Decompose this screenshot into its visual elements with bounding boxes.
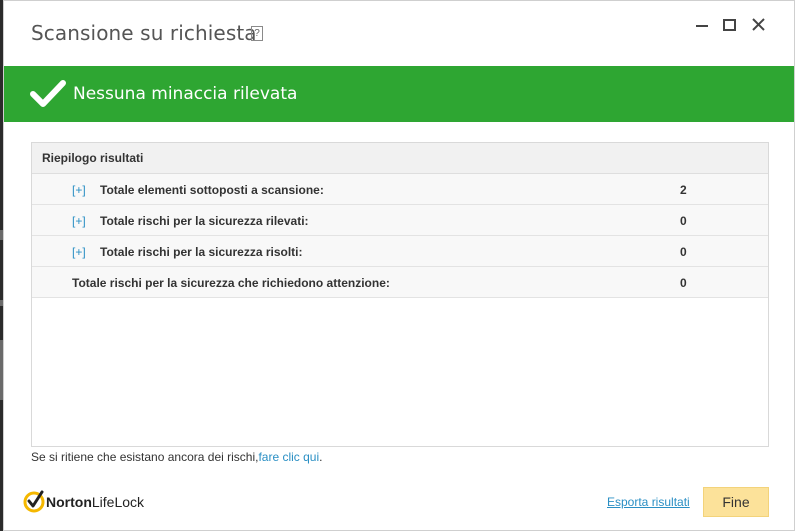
results-summary-header: Riepilogo risultati [32,143,768,174]
help-button[interactable]: ? [251,26,263,41]
norton-check-icon [23,490,45,513]
export-results-link[interactable]: Esporta risultati [607,495,690,509]
minimize-icon [696,25,708,27]
brand-name-bold: Norton [46,494,92,510]
summary-row: Totale rischi per la sicurezza che richi… [32,267,768,298]
brand-name-light: LifeLock [91,494,145,510]
expand-button[interactable]: [+] [72,245,86,259]
scan-window: Scansione su richiesta ? Nessuna minacci… [3,0,795,531]
brand-name: NortonLifeLock [46,494,144,510]
maximize-button[interactable] [716,13,742,37]
results-summary-panel: Riepilogo risultati [+] Totale elementi … [31,142,769,447]
checkmark-icon [30,80,66,107]
status-message: Nessuna minaccia rilevata [73,84,298,104]
footer-note-end: . [319,450,323,464]
summary-row-value: 0 [680,245,687,259]
close-icon [752,18,765,31]
summary-row-value: 0 [680,276,687,290]
summary-row: [+] Totale rischi per la sicurezza rilev… [32,205,768,236]
maximize-icon [723,19,736,31]
close-button[interactable] [745,13,771,37]
summary-row-label: Totale rischi per la sicurezza risolti: [100,245,303,259]
footer-note: Se si ritiene che esistano ancora dei ri… [31,450,323,464]
window-title: Scansione su richiesta [31,21,257,45]
summary-row: [+] Totale elementi sottoposti a scansio… [32,174,768,205]
status-banner: Nessuna minaccia rilevata [4,66,794,122]
expand-button[interactable]: [+] [72,183,86,197]
summary-row: [+] Totale rischi per la sicurezza risol… [32,236,768,267]
summary-row-label: Totale rischi per la sicurezza che richi… [72,276,390,290]
summary-row-value: 0 [680,214,687,228]
expand-button[interactable]: [+] [72,214,86,228]
click-here-link[interactable]: fare clic qui [258,450,319,464]
summary-row-label: Totale rischi per la sicurezza rilevati: [100,214,309,228]
summary-row-value: 2 [680,183,687,197]
done-button[interactable]: Fine [703,487,769,517]
minimize-button[interactable] [689,13,715,37]
footer-note-text: Se si ritiene che esistano ancora dei ri… [31,450,259,464]
summary-row-label: Totale elementi sottoposti a scansione: [100,183,324,197]
